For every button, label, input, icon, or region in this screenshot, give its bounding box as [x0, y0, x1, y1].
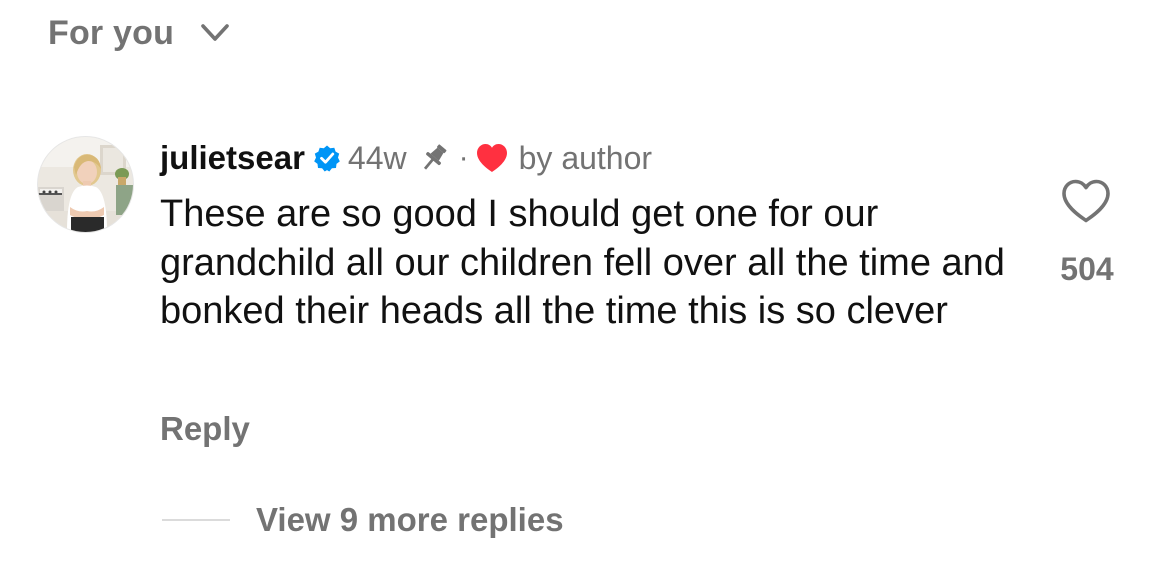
comment-meta: julietsear 44w · by author	[160, 136, 652, 180]
sort-label: For you	[48, 14, 175, 52]
liked-by-author-label: by author	[518, 139, 653, 176]
heart-filled-icon	[475, 142, 509, 174]
like-button[interactable]	[1061, 178, 1111, 224]
view-replies-button[interactable]: View 9 more replies	[162, 498, 564, 542]
pin-icon	[417, 141, 451, 175]
comment-text: These are so good I should get one for o…	[160, 193, 1005, 332]
like-count: 504	[1060, 251, 1114, 287]
username[interactable]: julietsear	[160, 139, 305, 177]
avatar[interactable]	[38, 137, 133, 232]
chevron-down-icon	[200, 23, 230, 43]
verified-badge-icon	[313, 144, 341, 172]
heart-outline-icon	[1062, 179, 1110, 223]
view-replies-label: View 9 more replies	[256, 501, 564, 538]
replies-divider	[162, 519, 230, 521]
separator-dot: ·	[458, 141, 469, 174]
sort-dropdown[interactable]: For you	[48, 12, 230, 54]
reply-button[interactable]: Reply	[160, 407, 250, 451]
comment-time: 44w	[347, 139, 407, 176]
